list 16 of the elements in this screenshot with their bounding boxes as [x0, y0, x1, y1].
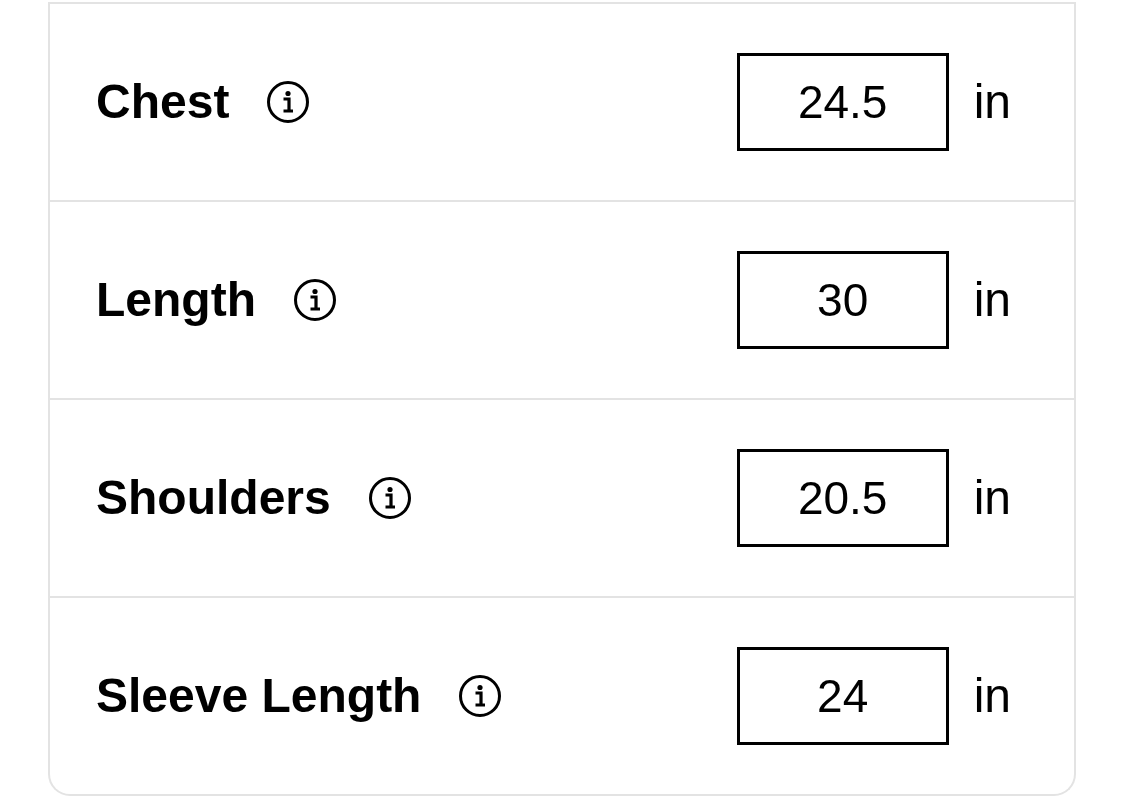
unit-label: in — [973, 78, 1011, 126]
input-field[interactable]: 24.5 — [736, 53, 949, 151]
unit-label: in — [973, 276, 1011, 324]
measurement-label: Shoulders — [96, 474, 331, 522]
measurement-label: Sleeve Length — [96, 672, 422, 720]
input-field[interactable]: 24 — [736, 647, 949, 745]
input-field[interactable]: 20.5 — [736, 449, 949, 547]
input-field[interactable]: 30 — [736, 251, 949, 349]
info-icon[interactable] — [368, 477, 411, 519]
info-icon[interactable] — [267, 81, 310, 123]
measurement-label: Length — [96, 276, 256, 324]
unit-label: in — [973, 474, 1011, 522]
measurement-label: Chest — [96, 78, 230, 126]
info-icon[interactable] — [293, 279, 336, 321]
unit-label: in — [973, 672, 1011, 720]
info-icon[interactable] — [459, 675, 502, 717]
